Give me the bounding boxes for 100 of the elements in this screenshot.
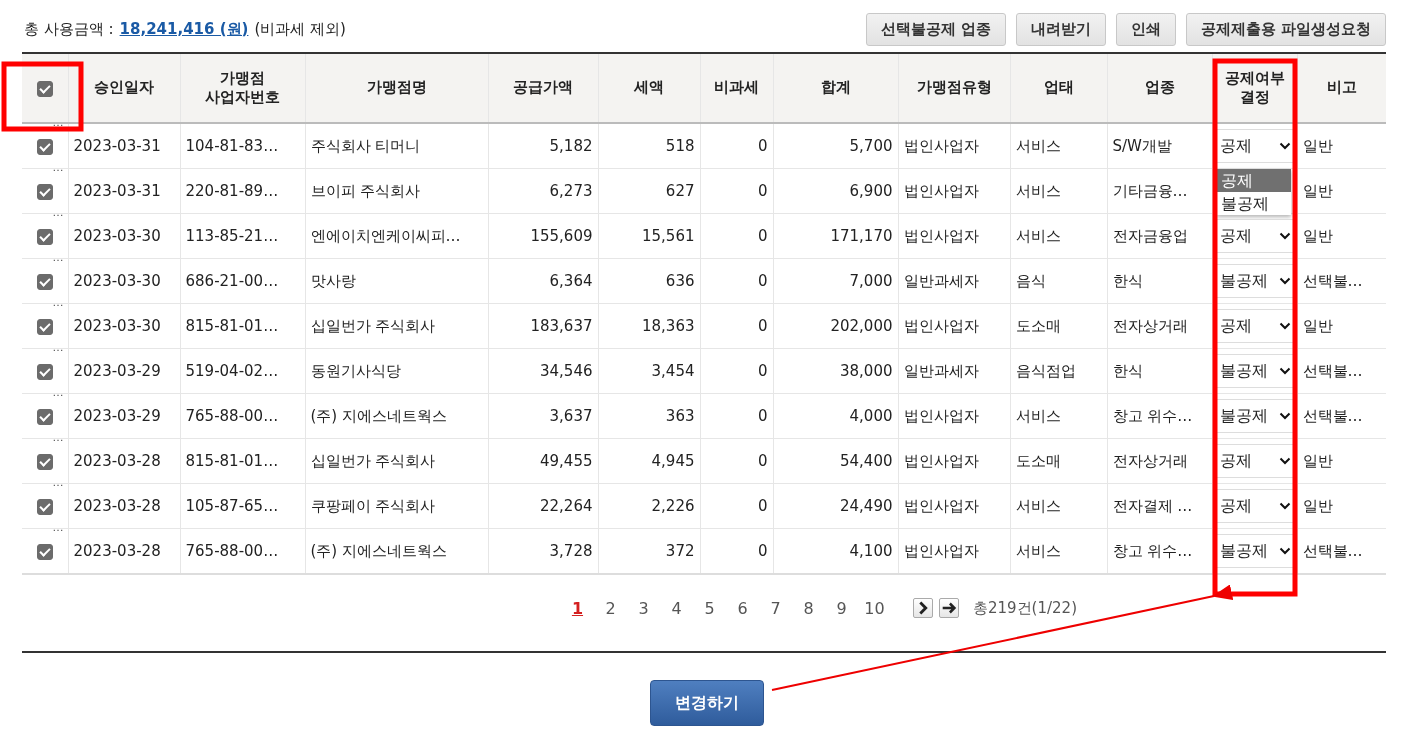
industry-cell: 창고 위수… xyxy=(1112,541,1193,560)
remark-cell: 일반 xyxy=(1302,136,1333,155)
industry-cell: 전자결제 … xyxy=(1112,496,1193,515)
row-checkbox[interactable] xyxy=(36,408,53,425)
amount-cell: 49,455 xyxy=(540,452,593,470)
amount-cell: 3,637 xyxy=(549,407,593,425)
page-link[interactable]: 10 xyxy=(858,598,891,618)
amount-cell: 202,000 xyxy=(830,317,893,335)
chevron-down-icon xyxy=(1278,232,1291,240)
business-number-cell: 765-88-00… xyxy=(185,407,279,425)
amount-cell: 155,609 xyxy=(530,227,593,245)
row-checkbox[interactable] xyxy=(36,138,53,155)
ellipsis-mark: … xyxy=(52,341,64,354)
row-checkbox[interactable] xyxy=(36,273,53,290)
industry-cell: 전자금융업 xyxy=(1112,226,1188,245)
remark-cell: 선택불… xyxy=(1302,361,1363,380)
chevron-down-icon xyxy=(1278,547,1291,555)
row-checkbox[interactable] xyxy=(36,453,53,470)
date-cell: 2023-03-30 xyxy=(73,272,161,290)
chevron-down-icon xyxy=(1278,367,1291,375)
page-link[interactable]: 9 xyxy=(825,598,858,618)
business-number-cell: 220-81-89… xyxy=(185,182,279,200)
amount-cell: 0 xyxy=(757,272,768,290)
amount-cell: 4,000 xyxy=(849,407,893,425)
merchant-type-cell: 법인사업자 xyxy=(903,136,979,155)
chevron-down-icon xyxy=(1278,142,1291,150)
page-link[interactable]: 6 xyxy=(726,598,759,618)
industry-cell: 창고 위수… xyxy=(1112,406,1193,425)
merchant-type-cell: 법인사업자 xyxy=(903,541,979,560)
remark-cell: 일반 xyxy=(1302,496,1333,515)
business-type-cell: 서비스 xyxy=(1015,406,1061,425)
last-page-button[interactable] xyxy=(939,598,959,618)
ellipsis-mark: … xyxy=(52,431,64,444)
amount-cell: 6,273 xyxy=(549,182,593,200)
ellipsis-mark: … xyxy=(52,521,64,534)
industry-cell: 한식 xyxy=(1112,361,1143,380)
row-checkbox[interactable] xyxy=(36,183,53,200)
total-amount-link[interactable]: 18,241,416 (원) xyxy=(119,19,249,39)
decision-select[interactable]: 공제 xyxy=(1216,444,1293,478)
column-header: 공급가액 xyxy=(513,78,573,97)
decision-select[interactable]: 공제 xyxy=(1216,309,1293,343)
amount-cell: 38,000 xyxy=(840,362,893,380)
dropdown-option[interactable]: 불공제 xyxy=(1216,192,1291,215)
select-all-checkbox[interactable] xyxy=(36,80,53,97)
remark-cell: 선택불… xyxy=(1302,271,1363,290)
merchant-type-cell: 법인사업자 xyxy=(903,316,979,335)
ellipsis-mark: … xyxy=(52,206,64,219)
column-header: 승인일자 xyxy=(94,78,154,97)
row-checkbox[interactable] xyxy=(36,543,53,560)
column-header: 가맹점유형 xyxy=(916,78,992,97)
toolbar-button[interactable]: 선택불공제 업종 xyxy=(865,12,1006,46)
merchant-type-cell: 일반과세자 xyxy=(903,271,979,290)
business-number-cell: 113-85-21… xyxy=(185,227,279,245)
business-number-cell: 686-21-00… xyxy=(185,272,279,290)
amount-cell: 0 xyxy=(757,362,768,380)
amount-cell: 0 xyxy=(757,452,768,470)
decision-select[interactable]: 공제 xyxy=(1216,489,1293,523)
date-cell: 2023-03-28 xyxy=(73,497,161,515)
toolbar-button[interactable]: 내려받기 xyxy=(1015,12,1106,46)
date-cell: 2023-03-30 xyxy=(73,317,161,335)
decision-select[interactable]: 불공제 xyxy=(1216,399,1293,433)
page-link[interactable]: 7 xyxy=(759,598,792,618)
merchant-name-cell: (주) 지에스네트웍스 xyxy=(310,541,447,560)
merchant-name-cell: 엔에이치엔케이씨피… xyxy=(310,226,461,245)
row-checkbox[interactable] xyxy=(36,498,53,515)
amount-cell: 171,170 xyxy=(830,227,893,245)
amount-cell: 0 xyxy=(757,497,768,515)
date-cell: 2023-03-31 xyxy=(73,182,161,200)
toolbar-button[interactable]: 공제제출용 파일생성요청 xyxy=(1185,12,1386,46)
business-number-cell: 519-04-02… xyxy=(185,362,279,380)
date-cell: 2023-03-28 xyxy=(73,452,161,470)
ellipsis-mark: … xyxy=(52,161,64,174)
decision-select[interactable]: 공제 xyxy=(1216,219,1293,253)
row-checkbox[interactable] xyxy=(36,318,53,335)
page-link[interactable]: 1 xyxy=(561,598,594,618)
page-link[interactable]: 8 xyxy=(792,598,825,618)
change-button[interactable]: 변경하기 xyxy=(649,680,764,726)
remark-cell: 선택불… xyxy=(1302,406,1363,425)
business-type-cell: 서비스 xyxy=(1015,226,1061,245)
decision-select[interactable]: 불공제 xyxy=(1216,534,1293,568)
dropdown-option[interactable]: 공제 xyxy=(1216,169,1291,192)
business-number-cell: 815-81-01… xyxy=(185,317,279,335)
amount-cell: 15,561 xyxy=(642,227,695,245)
page-link[interactable]: 4 xyxy=(660,598,693,618)
page-link[interactable]: 3 xyxy=(627,598,660,618)
column-header: 합계 xyxy=(820,78,851,97)
next-page-button[interactable] xyxy=(913,598,933,618)
decision-select[interactable]: 불공제 xyxy=(1216,264,1293,298)
business-type-cell: 서비스 xyxy=(1015,541,1061,560)
row-checkbox[interactable] xyxy=(36,228,53,245)
remark-cell: 일반 xyxy=(1302,226,1333,245)
total-note: (비과세 제외) xyxy=(254,19,346,39)
amount-cell: 0 xyxy=(757,317,768,335)
page-link[interactable]: 5 xyxy=(693,598,726,618)
chevron-down-icon xyxy=(1278,457,1291,465)
page-link[interactable]: 2 xyxy=(594,598,627,618)
row-checkbox[interactable] xyxy=(36,363,53,380)
decision-select[interactable]: 공제 xyxy=(1216,129,1293,163)
toolbar-button[interactable]: 인쇄 xyxy=(1115,12,1176,46)
decision-select[interactable]: 불공제 xyxy=(1216,354,1293,388)
